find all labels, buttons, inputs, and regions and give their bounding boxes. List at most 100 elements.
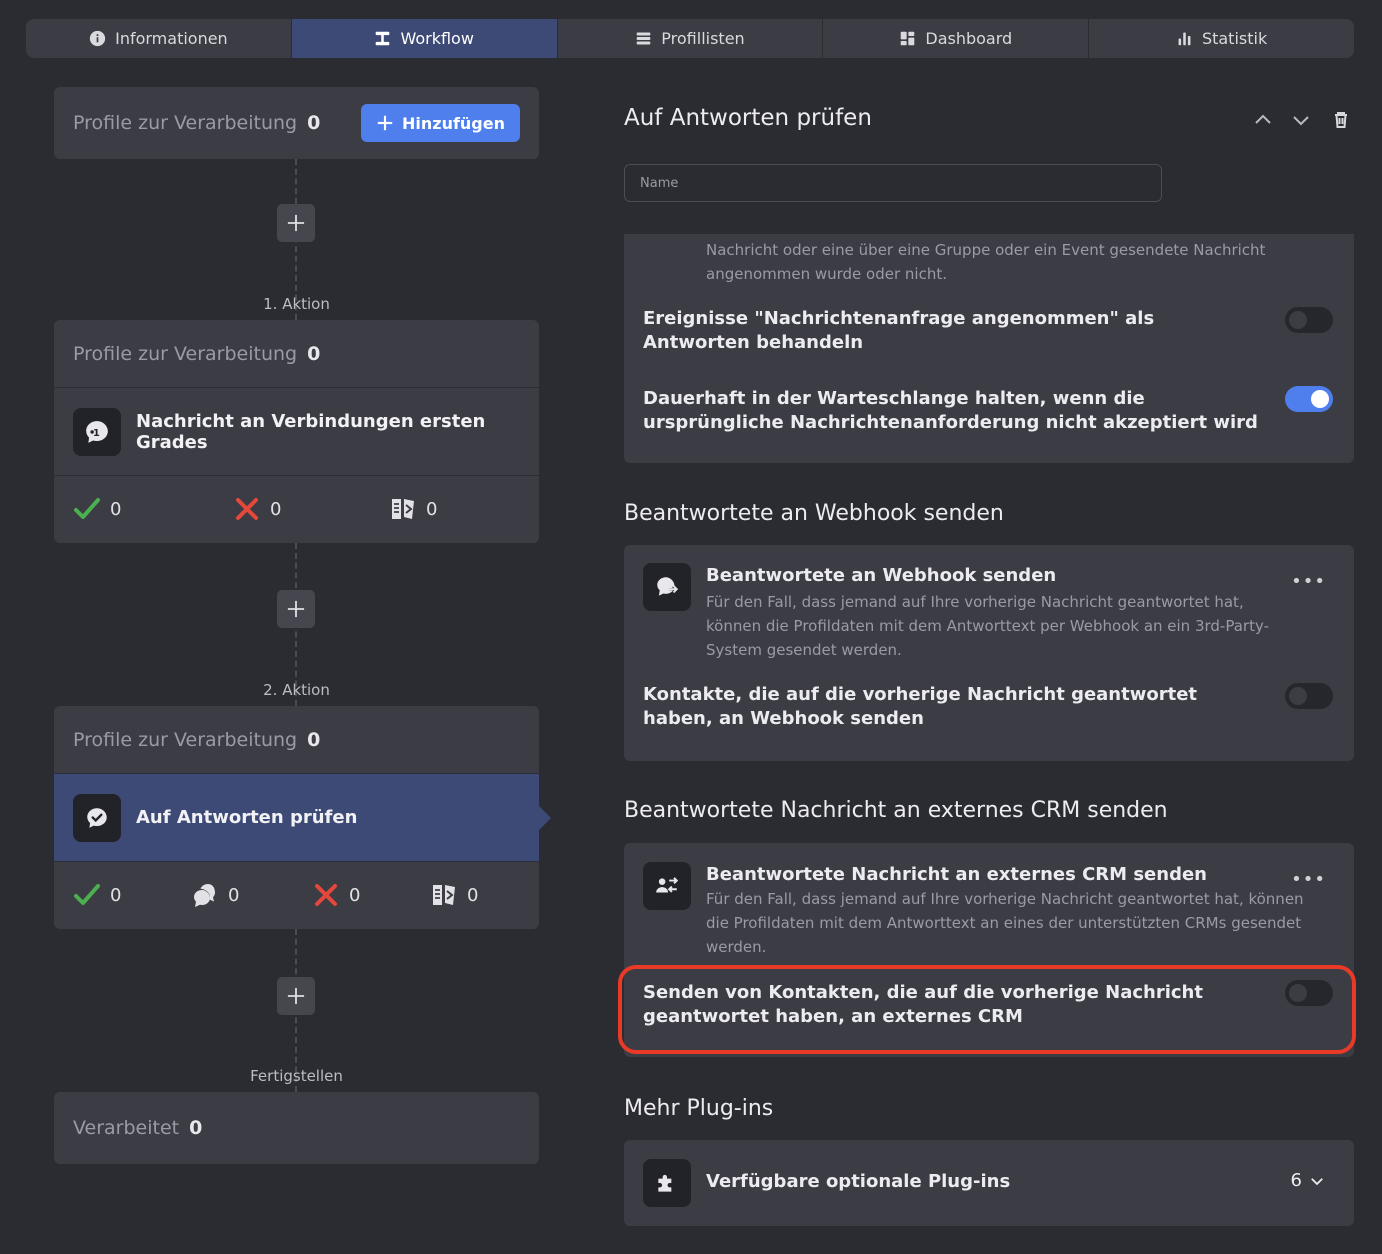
add-step-button[interactable] — [277, 204, 315, 242]
add-step-button[interactable] — [277, 590, 315, 628]
webhook-plugin-title: Beantwortete an Webhook senden — [706, 565, 1057, 586]
checkmark-icon — [74, 498, 100, 519]
tab-label: Informationen — [115, 29, 228, 48]
chevron-down-icon — [1293, 116, 1309, 126]
queue-count: 0 — [307, 728, 321, 751]
chevron-up-icon — [1255, 114, 1271, 124]
add-step-button[interactable] — [277, 977, 315, 1015]
highlight-annotation — [618, 965, 1356, 1054]
webhook-setting-label: Kontakte, die auf die vorherige Nachrich… — [643, 684, 1198, 729]
tab-label: Statistik — [1201, 29, 1268, 48]
stat-skipped[interactable]: 0 — [389, 495, 437, 523]
webhook-more-menu[interactable]: ••• — [1291, 571, 1326, 592]
tab-profillisten[interactable]: Profillisten — [558, 19, 824, 58]
stat-value: 0 — [467, 884, 479, 906]
crm-icon — [643, 862, 691, 910]
stat-value: 0 — [110, 498, 122, 520]
action-title: Nachricht an Verbindungen ersten Grades — [136, 410, 486, 453]
trash-icon — [1335, 112, 1347, 128]
stat-value: 0 — [426, 498, 438, 520]
plus-icon — [287, 987, 305, 1005]
workflow-icon — [376, 31, 390, 46]
stat-value: 0 — [228, 884, 240, 906]
x-icon — [315, 884, 337, 906]
detail-title: Auf Antworten prüfen — [624, 105, 872, 131]
stat-success[interactable]: 0 — [73, 881, 191, 909]
optional-plugins-count[interactable]: 6 — [1291, 1170, 1326, 1191]
plus-icon — [287, 600, 305, 618]
step-card-2: Profile zur Verarbeitung 0 Auf Antworten… — [54, 706, 551, 929]
checkmark-icon — [74, 884, 100, 905]
plus-icon — [287, 214, 305, 232]
add-button-label: Hinzufügen — [401, 113, 505, 133]
queue-label: Profile zur Verarbeitung — [73, 342, 298, 365]
optional-plugins-row[interactable]: Verfügbare optionale Plug-ins 6 — [624, 1140, 1354, 1226]
plugin-count-value: 6 — [1290, 1170, 1302, 1191]
statistics-icon — [1178, 32, 1191, 46]
move-down-button[interactable] — [1289, 108, 1313, 132]
step-label: 2. Aktion — [263, 681, 330, 699]
add-profiles-button[interactable]: Hinzufügen — [360, 104, 520, 142]
check-replies-settings: Nachricht oder eine über eine Gruppe ode… — [624, 232, 1354, 463]
action-title: Auf Antworten prüfen — [136, 807, 358, 828]
scroll-edge — [624, 230, 1354, 234]
processed-label: Verarbeitet — [73, 1117, 180, 1139]
tab-label: Dashboard — [925, 29, 1013, 48]
action-message-first-degree[interactable]: 1 Nachricht an Verbindungen ersten Grade… — [54, 388, 539, 476]
tab-informationen[interactable]: Informationen — [26, 19, 292, 58]
tab-label: Profillisten — [661, 29, 745, 48]
crm-section-title: Beantwortete Nachricht an externes CRM s… — [624, 798, 1168, 823]
tab-label: Workflow — [400, 29, 474, 48]
step-label: Fertigstellen — [250, 1067, 343, 1085]
step-stats: 0 0 0 0 — [54, 862, 539, 928]
step-label: 1. Aktion — [263, 295, 330, 313]
main-tabs: Informationen Workflow Profillisten Dash… — [26, 19, 1354, 58]
webhook-plugin-card: Beantwortete an Webhook senden ••• Für d… — [624, 545, 1354, 761]
partial-description: Nachricht oder eine über eine Gruppe ode… — [706, 241, 1266, 283]
stat-success[interactable]: 0 — [73, 495, 233, 523]
queue-label: Profile zur Verarbeitung — [73, 728, 298, 751]
stat-skipped[interactable]: 0 — [430, 881, 478, 909]
stat-failed[interactable]: 0 — [233, 495, 389, 523]
queue-label: Profile zur Verarbeitung — [73, 112, 298, 134]
queue-count: 0 — [307, 112, 321, 134]
webhook-toggle[interactable] — [1285, 683, 1333, 709]
step-stats: 0 0 0 — [54, 476, 539, 542]
optional-plugins-label: Verfügbare optionale Plug-ins — [706, 1171, 1011, 1192]
skipped-icon — [392, 499, 414, 519]
puzzle-icon — [643, 1159, 691, 1207]
setting-keep-in-queue-label: Dauerhaft in der Warteschlange halten, w… — [643, 388, 1258, 433]
queue-count: 0 — [307, 342, 321, 365]
tab-dashboard[interactable]: Dashboard — [823, 19, 1090, 58]
tab-workflow[interactable]: Workflow — [291, 19, 558, 58]
stat-value: 0 — [110, 884, 122, 906]
info-icon — [89, 30, 106, 47]
stat-replied[interactable]: 0 — [191, 881, 312, 909]
dashboard-icon — [901, 31, 915, 46]
finish-card: Verarbeitet 0 — [54, 1092, 539, 1164]
message-icon: 1 — [73, 407, 121, 456]
move-up-button[interactable] — [1251, 108, 1275, 132]
webhook-plugin-description: Für den Fall, dass jemand auf Ihre vorhe… — [706, 593, 1269, 659]
stat-failed[interactable]: 0 — [312, 881, 430, 909]
check-replies-icon — [73, 793, 121, 842]
setting-accept-as-reply-label: Ereignisse "Nachrichtenanfrage angenomme… — [643, 308, 1155, 353]
replied-icon — [194, 884, 215, 907]
list-icon — [636, 32, 651, 45]
stat-value: 0 — [270, 498, 282, 520]
accept-as-reply-toggle[interactable] — [1285, 307, 1333, 333]
keep-in-queue-toggle[interactable] — [1285, 386, 1333, 412]
more-plugins-title: Mehr Plug-ins — [624, 1096, 774, 1121]
processed-count: 0 — [189, 1117, 203, 1139]
start-card: Profile zur Verarbeitung 0 Hinzufügen — [54, 87, 539, 159]
skipped-icon — [433, 885, 455, 905]
stat-value: 0 — [349, 884, 361, 906]
action-check-replies[interactable]: Auf Antworten prüfen — [54, 774, 551, 862]
webhook-icon — [643, 563, 691, 611]
svg-text:1: 1 — [93, 427, 100, 438]
tab-statistik[interactable]: Statistik — [1089, 19, 1354, 58]
crm-plugin-description: Für den Fall, dass jemand auf Ihre vorhe… — [706, 890, 1304, 956]
delete-button[interactable] — [1329, 108, 1353, 132]
webhook-section-title: Beantwortete an Webhook senden — [624, 501, 1004, 526]
name-field[interactable] — [624, 164, 1162, 202]
